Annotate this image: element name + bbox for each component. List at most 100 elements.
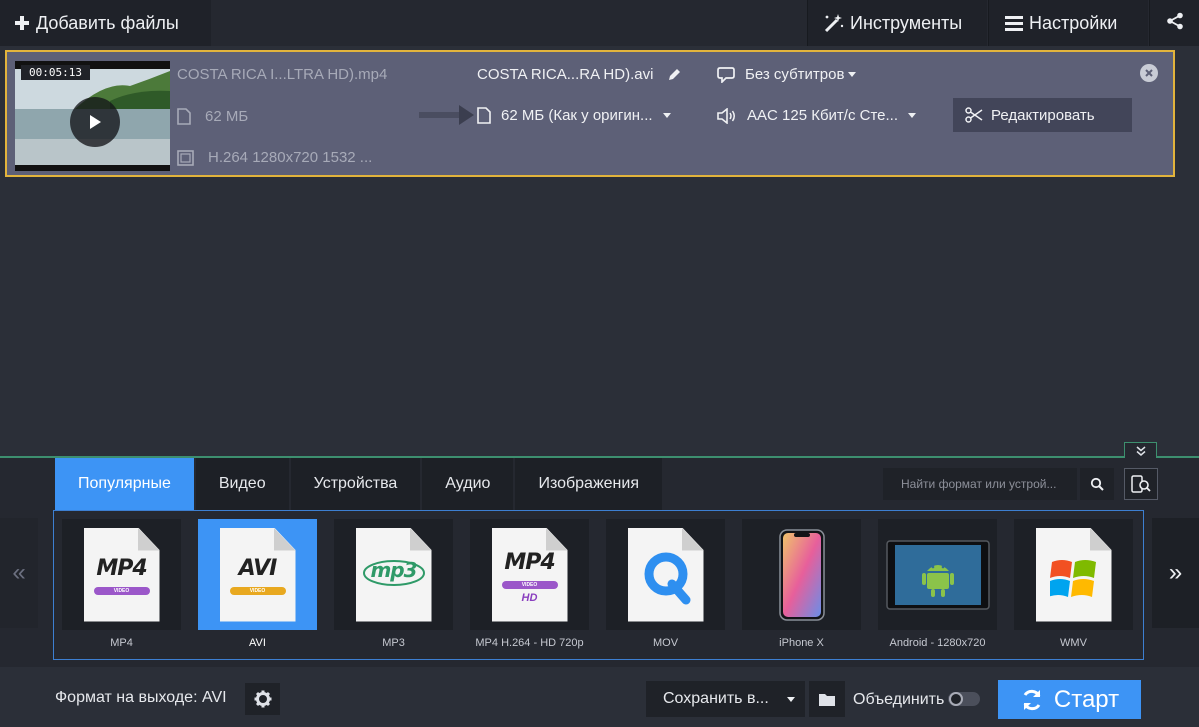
tab-video[interactable]: Видео xyxy=(195,458,289,510)
mp4-icon: MP4 VIDEO xyxy=(83,527,160,622)
double-chevron-down-icon xyxy=(1136,445,1145,456)
open-folder-button[interactable] xyxy=(809,681,845,717)
video-thumbnail[interactable]: 00:05:13 xyxy=(15,61,170,171)
format-label: MOV xyxy=(652,637,679,649)
chevron-down-icon xyxy=(662,113,671,118)
format-grid: MP4 VIDEO MP4 AVI VIDEO AVI mp3 MP3 MP4 … xyxy=(53,510,1144,660)
output-size-dropdown[interactable]: 62 МБ (Как у оригин... xyxy=(477,107,671,124)
toggle-knob xyxy=(949,692,963,706)
add-files-label: Добавить файлы xyxy=(36,12,179,33)
settings-label: Настройки xyxy=(1029,12,1118,33)
pencil-icon[interactable] xyxy=(667,68,681,82)
share-button[interactable] xyxy=(1149,0,1199,46)
format-avi[interactable]: AVI VIDEO AVI xyxy=(198,519,317,661)
subtitles-dropdown[interactable]: Без субтитров xyxy=(717,66,857,83)
start-label: Старт xyxy=(1053,685,1120,713)
close-icon[interactable] xyxy=(1140,64,1158,82)
scissors-icon xyxy=(965,107,983,123)
add-files-button[interactable]: Добавить файлы xyxy=(0,0,211,46)
format-search-input[interactable]: Найти формат или устрой... xyxy=(883,468,1077,500)
format-tile: mp3 xyxy=(334,519,453,630)
source-filename: COSTA RICA I...LTRA HD).mp4 xyxy=(177,66,388,83)
start-button[interactable]: Старт xyxy=(998,680,1141,719)
merge-label: Объединить xyxy=(853,691,945,708)
mp4-hd-icon: MP4 VIDEO HD xyxy=(491,527,568,622)
search-icon xyxy=(1090,477,1104,491)
avi-badge-text: AVI xyxy=(238,555,278,581)
format-mov[interactable]: MOV xyxy=(606,519,725,661)
format-tile: MP4 VIDEO HD xyxy=(470,519,589,630)
video-pill: VIDEO xyxy=(229,586,286,595)
tab-popular[interactable]: Популярные xyxy=(55,458,194,510)
tab-audio[interactable]: Аудио xyxy=(422,458,514,510)
quicktime-icon xyxy=(627,527,704,622)
tools-label: Инструменты xyxy=(850,12,963,33)
format-mp4-hd[interactable]: MP4 VIDEO HD MP4 H.264 - HD 720p xyxy=(470,519,589,661)
video-pill: VIDEO xyxy=(93,586,150,595)
format-panel: Популярные Видео Устройства Аудио Изобра… xyxy=(0,442,1199,667)
format-iphone-x[interactable]: iPhone X xyxy=(742,519,861,661)
source-size: 62 МБ xyxy=(177,108,248,125)
collapse-panel-button[interactable] xyxy=(1124,442,1157,458)
film-icon xyxy=(177,149,194,166)
tab-images[interactable]: Изображения xyxy=(515,458,662,510)
chevron-down-icon xyxy=(908,113,916,118)
format-label: AVI xyxy=(249,637,266,649)
share-icon xyxy=(1166,12,1184,35)
format-tabs: Популярные Видео Устройства Аудио Изобра… xyxy=(55,458,664,510)
audio-dropdown[interactable]: AAC 125 Кбит/с Сте... xyxy=(717,107,916,124)
play-icon[interactable] xyxy=(70,97,120,147)
format-mp4[interactable]: MP4 VIDEO MP4 xyxy=(62,519,181,661)
format-tile xyxy=(606,519,725,630)
format-label: WMV xyxy=(1060,637,1087,649)
format-settings-button[interactable] xyxy=(245,683,280,715)
output-format-label: Формат на выходе: AVI xyxy=(55,689,227,706)
mp4-badge-text: MP4 xyxy=(96,555,147,581)
format-label: iPhone X xyxy=(779,637,824,649)
iphone-icon xyxy=(778,528,825,621)
format-android[interactable]: Android - 1280x720 xyxy=(878,519,997,661)
save-to-label: Сохранить в... xyxy=(663,690,769,707)
menu-icon xyxy=(1005,15,1023,31)
hd-badge: HD xyxy=(521,591,538,604)
tools-button[interactable]: Инструменты xyxy=(807,0,987,46)
format-wmv[interactable]: WMV xyxy=(1014,519,1133,661)
mp4-badge-text: MP4 xyxy=(504,549,555,575)
chevron-down-icon xyxy=(848,72,857,77)
format-tile: AVI VIDEO xyxy=(198,519,317,630)
scroll-left-button[interactable]: « xyxy=(0,518,38,628)
file-row[interactable]: 00:05:13 COSTA RICA I...LTRA HD).mp4 62 … xyxy=(5,50,1175,177)
footer-bar: Формат на выходе: AVI Сохранить в... Объ… xyxy=(0,667,1199,727)
android-tablet-icon xyxy=(885,539,990,610)
format-tile xyxy=(742,519,861,630)
save-to-dropdown[interactable]: Сохранить в... xyxy=(646,681,805,717)
tab-devices[interactable]: Устройства xyxy=(290,458,421,510)
format-label: MP4 H.264 - HD 720p xyxy=(475,637,584,649)
convert-arrow-icon xyxy=(419,104,475,131)
file-icon xyxy=(477,107,491,124)
top-toolbar: Добавить файлы Инструменты Настройки xyxy=(0,0,1199,46)
settings-button[interactable]: Настройки xyxy=(988,0,1148,46)
search-button[interactable] xyxy=(1080,468,1114,500)
merge-toggle[interactable] xyxy=(948,692,980,706)
output-size-label: 62 МБ (Как у оригин... xyxy=(501,107,653,124)
device-search-icon xyxy=(1131,475,1151,493)
format-label: MP4 xyxy=(110,637,133,649)
file-icon xyxy=(177,108,191,125)
source-codec-label: H.264 1280x720 1532 ... xyxy=(208,149,373,166)
format-label: Android - 1280x720 xyxy=(889,637,986,649)
refresh-icon xyxy=(1023,689,1041,710)
format-tile: MP4 VIDEO xyxy=(62,519,181,630)
output-filename[interactable]: COSTA RICA...RA HD).avi xyxy=(477,66,681,83)
scroll-right-button[interactable]: » xyxy=(1152,518,1199,628)
windows-icon xyxy=(1035,527,1112,622)
subtitles-label: Без субтитров xyxy=(745,66,845,83)
source-codec: H.264 1280x720 1532 ... xyxy=(177,149,372,166)
avi-icon: AVI VIDEO xyxy=(219,527,296,622)
magic-wand-icon xyxy=(822,13,844,33)
format-mp3[interactable]: mp3 MP3 xyxy=(334,519,453,661)
detect-device-button[interactable] xyxy=(1124,468,1158,500)
mp3-icon: mp3 xyxy=(355,527,432,622)
speech-bubble-icon xyxy=(717,67,735,83)
edit-button[interactable]: Редактировать xyxy=(953,98,1132,132)
